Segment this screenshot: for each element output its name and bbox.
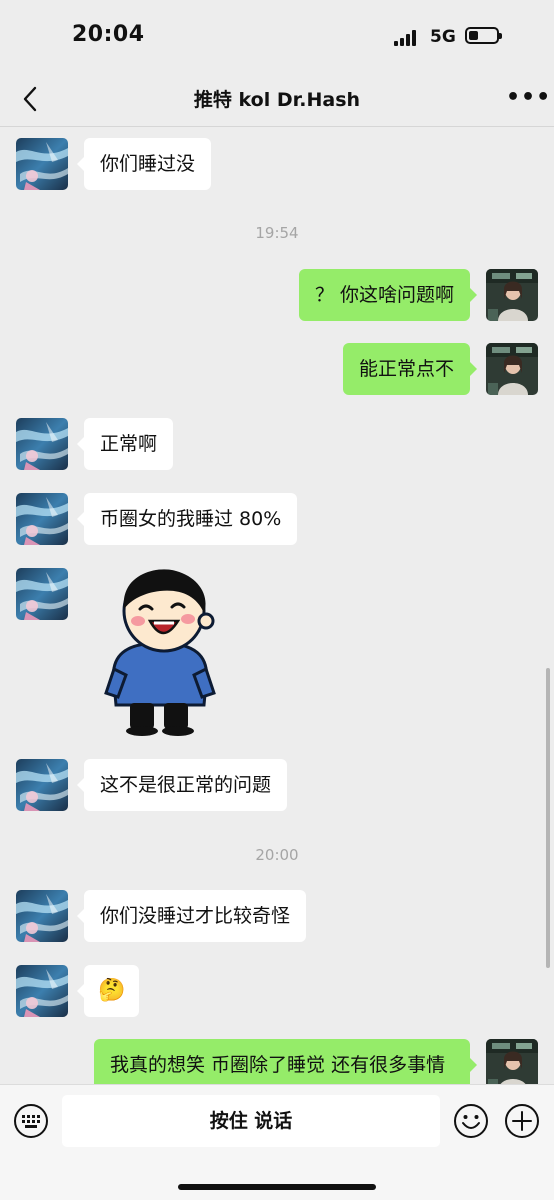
contact-avatar[interactable] bbox=[16, 493, 68, 545]
contact-avatar[interactable] bbox=[16, 138, 68, 190]
hold-to-talk-button[interactable]: 按住 说话 bbox=[62, 1095, 440, 1147]
message-list[interactable]: 你们睡过没 19:54 ？ 你这啥问题啊 能正常点不 正常啊 币圈女的我睡过 8… bbox=[0, 127, 554, 1084]
outgoing-message[interactable]: 能正常点不 bbox=[342, 343, 478, 395]
home-indicator[interactable] bbox=[178, 1184, 376, 1190]
battery-icon bbox=[465, 27, 502, 44]
timestamp: 19:54 bbox=[255, 224, 299, 242]
network-type: 5G bbox=[430, 27, 456, 47]
incoming-message[interactable]: 币圈女的我睡过 80% bbox=[76, 493, 298, 545]
input-bar: 按住 说话 bbox=[0, 1084, 554, 1200]
my-avatar[interactable] bbox=[486, 1039, 538, 1084]
smiley-icon bbox=[454, 1104, 488, 1138]
emoji-button[interactable] bbox=[453, 1103, 489, 1139]
contact-avatar[interactable] bbox=[16, 965, 68, 1017]
outgoing-message[interactable]: 我真的想笑 币圈除了睡觉 还有很多事情 bbox=[94, 1039, 477, 1084]
my-avatar[interactable] bbox=[486, 269, 538, 321]
laughing-boy-sticker[interactable] bbox=[100, 565, 220, 737]
incoming-message[interactable]: 你们没睡过才比较奇怪 bbox=[76, 890, 307, 942]
signal-icon bbox=[394, 30, 420, 46]
incoming-emoji-message[interactable]: 🤔 bbox=[76, 965, 140, 1017]
keyboard-toggle-button[interactable] bbox=[13, 1103, 49, 1139]
keyboard-icon bbox=[14, 1104, 48, 1138]
timestamp: 20:00 bbox=[255, 846, 299, 864]
incoming-message[interactable]: 这不是很正常的问题 bbox=[76, 759, 288, 811]
scrollbar[interactable] bbox=[546, 668, 550, 968]
status-bar: 20:04 5G bbox=[0, 0, 554, 76]
status-time: 20:04 bbox=[72, 22, 145, 47]
outgoing-message[interactable]: ？ 你这啥问题啊 bbox=[298, 269, 478, 321]
contact-avatar[interactable] bbox=[16, 568, 68, 620]
my-avatar[interactable] bbox=[486, 343, 538, 395]
contact-avatar[interactable] bbox=[16, 890, 68, 942]
incoming-message[interactable]: 正常啊 bbox=[76, 418, 174, 470]
contact-avatar[interactable] bbox=[16, 418, 68, 470]
plus-icon bbox=[505, 1104, 539, 1138]
chat-header: 推特 kol Dr.Hash ••• bbox=[0, 76, 554, 126]
contact-avatar[interactable] bbox=[16, 759, 68, 811]
incoming-message[interactable]: 你们睡过没 bbox=[76, 138, 212, 190]
more-functions-button[interactable] bbox=[504, 1103, 540, 1139]
more-options-button[interactable]: ••• bbox=[506, 83, 550, 113]
chat-title: 推特 kol Dr.Hash bbox=[193, 89, 361, 111]
